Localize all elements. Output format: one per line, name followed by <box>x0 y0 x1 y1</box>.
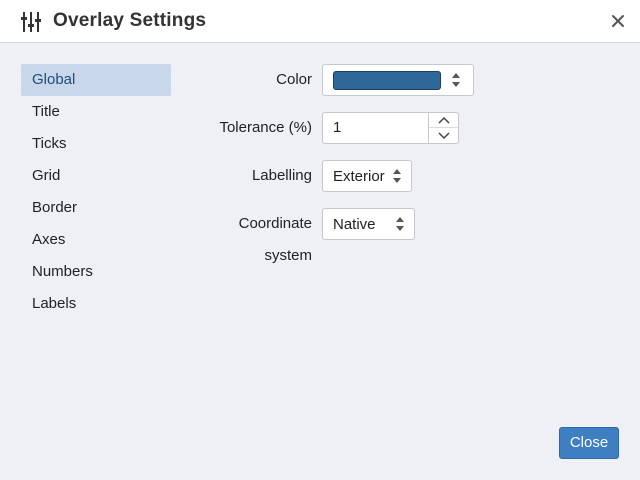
sliders-icon <box>21 12 41 32</box>
sidebar-item-labels[interactable]: Labels <box>21 288 171 320</box>
close-icon[interactable] <box>608 11 628 31</box>
sidebar-item-axes[interactable]: Axes <box>21 224 171 256</box>
color-swatch <box>333 71 441 90</box>
labelling-select[interactable]: Exterior <box>322 160 412 192</box>
updown-arrows-icon <box>452 73 460 87</box>
chevron-down-icon <box>438 132 450 140</box>
dialog-title: Overlay Settings <box>53 10 207 31</box>
sidebar-item-ticks[interactable]: Ticks <box>21 128 171 160</box>
sidebar-item-grid[interactable]: Grid <box>21 160 171 192</box>
updown-arrows-icon <box>393 169 401 183</box>
coordinate-system-select[interactable]: Native <box>322 208 415 240</box>
tolerance-label: Tolerance (%) <box>219 119 312 136</box>
sidebar-item-global[interactable]: Global <box>21 64 171 96</box>
coordinate-label-line2: system <box>264 247 312 264</box>
spin-down-button[interactable] <box>429 128 458 143</box>
color-select[interactable] <box>322 64 474 96</box>
sidebar-item-title[interactable]: Title <box>21 96 171 128</box>
tolerance-input[interactable]: 1 <box>322 112 428 144</box>
coordinate-system-value: Native <box>333 216 376 233</box>
close-button[interactable]: Close <box>559 427 619 459</box>
title-bar: Overlay Settings <box>0 0 640 43</box>
overlay-settings-dialog: Overlay Settings Global Title Ticks Grid… <box>0 0 640 480</box>
labelling-value: Exterior <box>333 168 385 185</box>
color-label: Color <box>276 71 312 88</box>
settings-sidebar: Global Title Ticks Grid Border Axes Numb… <box>21 64 171 320</box>
chevron-up-icon <box>438 116 450 124</box>
coordinate-label-line1: Coordinate <box>238 215 312 232</box>
spin-up-button[interactable] <box>429 113 458 128</box>
labelling-label: Labelling <box>251 167 312 184</box>
sidebar-item-border[interactable]: Border <box>21 192 171 224</box>
updown-arrows-icon <box>396 217 404 231</box>
tolerance-spinner <box>428 112 459 144</box>
sidebar-item-numbers[interactable]: Numbers <box>21 256 171 288</box>
